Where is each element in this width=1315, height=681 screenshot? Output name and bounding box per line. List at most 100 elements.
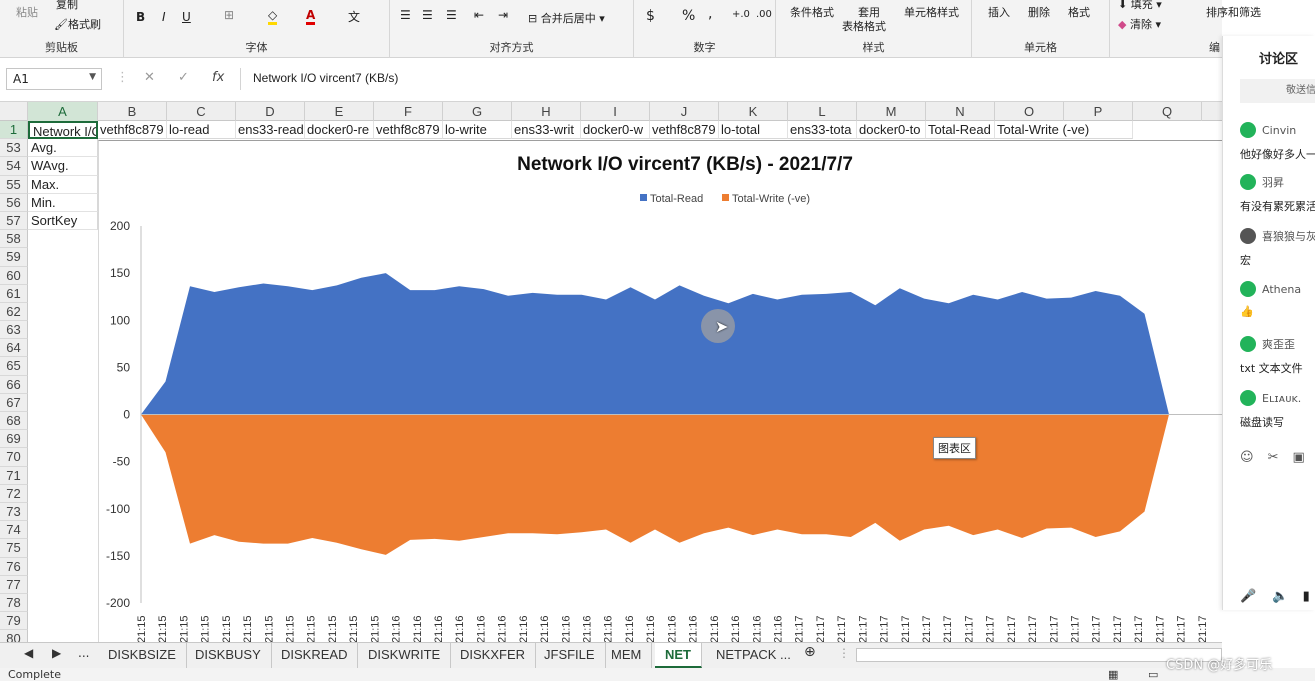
cell[interactable]: docker0-to: [857, 121, 926, 139]
message-input[interactable]: 敬送信: [1240, 79, 1315, 103]
row-header[interactable]: 57: [0, 211, 28, 231]
enter-icon[interactable]: ✓: [178, 70, 189, 85]
increase-indent-icon[interactable]: ⇥: [498, 8, 508, 22]
row-header[interactable]: 77: [0, 575, 28, 594]
cell[interactable]: lo-total: [719, 121, 788, 139]
table-format-button-l2[interactable]: 表格格式: [842, 18, 886, 34]
col-header[interactable]: N: [926, 102, 995, 121]
fill-color-icon[interactable]: ◇: [268, 8, 278, 25]
row-header[interactable]: 66: [0, 375, 28, 394]
col-header[interactable]: L: [788, 102, 857, 121]
align-center-icon[interactable]: ☰: [422, 8, 433, 22]
col-header[interactable]: K: [719, 102, 788, 121]
tab-mem[interactable]: MEM: [601, 643, 653, 668]
row-header[interactable]: 55: [0, 175, 28, 194]
row-header[interactable]: 53: [0, 139, 28, 158]
tab-jfsfile[interactable]: JFSFILE: [534, 643, 606, 668]
cell[interactable]: Max.: [28, 175, 98, 194]
phonetic-button[interactable]: 文: [348, 8, 360, 25]
row-header[interactable]: 78: [0, 593, 28, 613]
fill-button[interactable]: ⬇ 填充 ▾: [1118, 0, 1162, 12]
border-icon[interactable]: ⊞: [224, 8, 234, 22]
cell[interactable]: vethf8c879: [98, 121, 167, 139]
more-sheets-left[interactable]: ...: [78, 646, 89, 660]
chart-area[interactable]: Network I/O vircent7 (KB/s) - 2021/7/7 To…: [98, 140, 1223, 643]
formula-input[interactable]: Network I/O vircent7 (KB/s): [240, 68, 1218, 90]
cell[interactable]: ens33-read: [236, 121, 305, 139]
cell[interactable]: Total-Write (-ve): [995, 121, 1133, 139]
select-all-corner[interactable]: [0, 102, 28, 121]
scissors-icon[interactable]: ✂: [1268, 450, 1293, 465]
speaker-icon[interactable]: 🔈: [1272, 589, 1288, 604]
format-button[interactable]: 格式: [1068, 4, 1090, 20]
name-box[interactable]: A1 ▼: [6, 68, 102, 90]
add-sheet-icon[interactable]: ⊕: [804, 644, 816, 660]
row-header[interactable]: 65: [0, 357, 28, 376]
normal-view-icon[interactable]: ▦: [1108, 668, 1118, 681]
prev-sheet-icon[interactable]: ◀: [24, 646, 33, 660]
cell[interactable]: Avg.: [28, 139, 98, 158]
underline-button[interactable]: U: [182, 10, 191, 24]
cell[interactable]: WAvg.: [28, 157, 98, 176]
insert-function-icon[interactable]: fx: [212, 70, 224, 85]
row-header[interactable]: 75: [0, 539, 28, 558]
col-header[interactable]: C: [167, 102, 236, 121]
font-color-icon[interactable]: A: [306, 8, 316, 25]
cell[interactable]: Total-Read: [926, 121, 995, 139]
row-header[interactable]: 63: [0, 321, 28, 340]
microphone-icon[interactable]: 🎤: [1240, 589, 1256, 604]
row-header[interactable]: 72: [0, 484, 28, 503]
tab-net[interactable]: NET: [655, 643, 702, 668]
row-header[interactable]: 60: [0, 266, 28, 285]
tab-split-handle[interactable]: ⋮: [838, 646, 850, 660]
cell-style-button[interactable]: 单元格样式: [904, 4, 959, 20]
cell[interactable]: docker0-re: [305, 121, 374, 139]
next-sheet-icon[interactable]: ▶: [52, 646, 61, 660]
cell[interactable]: SortKey: [28, 211, 98, 231]
conditional-format-button[interactable]: 条件格式: [790, 4, 834, 20]
row-header[interactable]: 62: [0, 302, 28, 322]
cell[interactable]: vethf8c879: [374, 121, 443, 139]
align-right-icon[interactable]: ☰: [446, 8, 457, 22]
cell[interactable]: lo-write: [443, 121, 512, 139]
currency-button[interactable]: $: [646, 8, 655, 24]
row-header[interactable]: 76: [0, 557, 28, 576]
cancel-icon[interactable]: ✕: [144, 70, 155, 85]
decrease-decimal-icon[interactable]: .00: [756, 9, 772, 20]
clear-button[interactable]: ◆ 清除 ▾: [1118, 16, 1161, 32]
row-header[interactable]: 73: [0, 502, 28, 522]
row-header[interactable]: 1: [0, 121, 28, 140]
row-header[interactable]: 71: [0, 466, 28, 485]
col-header[interactable]: M: [857, 102, 926, 121]
row-header[interactable]: 61: [0, 284, 28, 303]
row-header[interactable]: 74: [0, 521, 28, 540]
tab-diskbusy[interactable]: DISKBUSY: [185, 643, 272, 668]
sort-filter-button[interactable]: 排序和筛选: [1206, 4, 1261, 20]
image-icon[interactable]: ▣: [1292, 450, 1315, 465]
col-header[interactable]: O: [995, 102, 1064, 121]
cell[interactable]: ens33-tota: [788, 121, 857, 139]
col-header[interactable]: G: [443, 102, 512, 121]
cell[interactable]: ens33-writ: [512, 121, 581, 139]
percent-button[interactable]: %: [682, 8, 695, 24]
insert-button[interactable]: 插入: [988, 4, 1010, 20]
col-header[interactable]: D: [236, 102, 305, 121]
page-layout-icon[interactable]: ▭: [1148, 668, 1158, 681]
row-header[interactable]: 67: [0, 393, 28, 412]
col-header[interactable]: A: [28, 102, 98, 121]
paste-button[interactable]: 粘贴: [16, 4, 38, 20]
format-painter-button[interactable]: 🖌格式刷: [54, 16, 101, 32]
col-header[interactable]: Q: [1133, 102, 1202, 121]
delete-button[interactable]: 删除: [1028, 4, 1050, 20]
tab-diskwrite[interactable]: DISKWRITE: [358, 643, 452, 668]
row-header[interactable]: 56: [0, 193, 28, 212]
cell[interactable]: docker0-w: [581, 121, 650, 139]
row-header[interactable]: 79: [0, 612, 28, 631]
decrease-indent-icon[interactable]: ⇤: [474, 8, 484, 22]
area-chart[interactable]: Network I/O vircent7 (KB/s) - 2021/7/7 To…: [99, 141, 1223, 643]
increase-decimal-icon[interactable]: +.0: [732, 9, 750, 20]
align-left-icon[interactable]: ☰: [400, 8, 411, 22]
row-header[interactable]: 68: [0, 412, 28, 431]
row-header[interactable]: 59: [0, 248, 28, 267]
tab-diskxfer[interactable]: DISKXFER: [450, 643, 537, 668]
